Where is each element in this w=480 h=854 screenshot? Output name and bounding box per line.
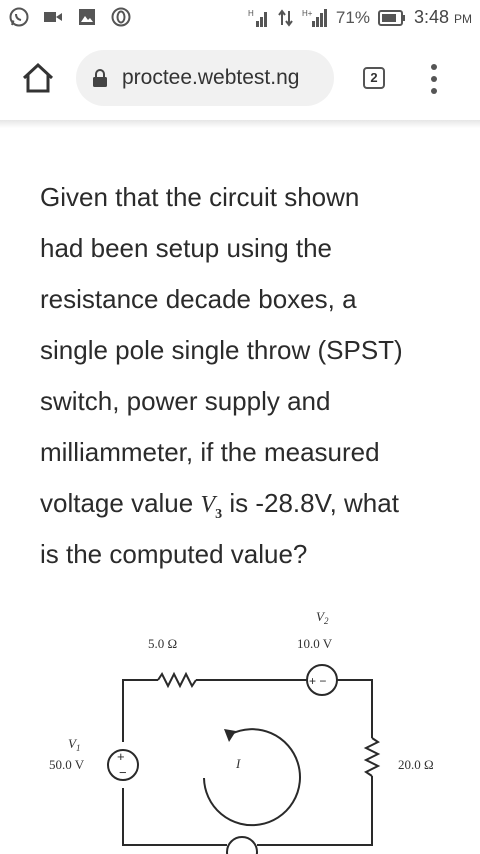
question-text: Given that the circuit shown had been se… — [40, 172, 470, 580]
question-line: milliammeter, if the measured — [40, 437, 380, 467]
battery-icon — [377, 9, 405, 26]
question-line: voltage value V3 is -28.8V, what — [40, 478, 470, 529]
current-label: I — [235, 756, 241, 771]
v1-name: V1 — [68, 736, 80, 753]
status-bar: H H+ 71% 3:48 PM — [0, 0, 480, 36]
r2-label: 20.0 Ω — [398, 757, 434, 772]
address-bar[interactable]: proctee.webtest.ng — [76, 50, 334, 106]
question-line: is the computed value? — [40, 539, 308, 569]
question-line: single pole single throw (SPST) — [40, 335, 403, 365]
current-loop-arrow — [203, 728, 301, 827]
circuit-wires — [107, 664, 381, 854]
bottom-meter — [226, 836, 258, 854]
signal2-icon: H+ — [302, 8, 327, 27]
v3-symbol: V3 — [200, 492, 223, 522]
battery-percent: 71% — [335, 7, 370, 27]
opera-icon — [111, 7, 131, 27]
question-line: Given that the circuit shown — [40, 182, 360, 212]
svg-text:H: H — [248, 9, 254, 18]
v2-value: 10.0 V — [297, 636, 333, 651]
url-text: proctee.webtest.ng — [122, 66, 300, 89]
system-status: H H+ 71% 3:48 PM — [248, 7, 472, 28]
question-line: had been setup using the — [40, 233, 333, 263]
question-line: switch, power supply and — [40, 386, 331, 416]
svg-text:H+: H+ — [302, 9, 313, 18]
data-transfer-icon — [278, 8, 293, 27]
tab-switcher-button[interactable]: 2 — [363, 67, 385, 89]
video-icon — [44, 12, 62, 22]
clock: 3:48 PM — [414, 7, 472, 28]
question-line: resistance decade boxes, a — [40, 284, 357, 314]
resistor-r1 — [157, 671, 197, 689]
overflow-menu-icon[interactable] — [428, 62, 440, 96]
svg-text:+: + — [117, 749, 125, 764]
gallery-icon — [79, 9, 95, 25]
whatsapp-icon — [9, 7, 29, 27]
signal-icon: H — [248, 9, 267, 27]
home-icon[interactable] — [18, 58, 58, 98]
resistor-r2 — [363, 737, 381, 777]
lock-icon — [93, 69, 107, 87]
current-arrowhead — [224, 729, 236, 742]
v1-value: 50.0 V — [49, 757, 85, 772]
v2-name: V2 — [316, 609, 329, 626]
clock-time: 3:48 — [413, 7, 449, 27]
r1-label: 5.0 Ω — [148, 636, 177, 651]
svg-text:−: − — [119, 765, 127, 780]
browser-toolbar: proctee.webtest.ng 2 — [0, 36, 480, 120]
clock-ampm: PM — [454, 12, 472, 26]
toolbar-shadow — [0, 120, 480, 128]
line-text: is -28.8V, what — [222, 488, 399, 518]
circuit-diagram: + − + − 5.0 Ω V2 10.0 V V1 50.0 V I 20.0… — [49, 609, 434, 854]
line-text: voltage value — [40, 488, 201, 518]
svg-text:+ −: + − — [309, 674, 326, 688]
notification-icons — [8, 6, 132, 28]
